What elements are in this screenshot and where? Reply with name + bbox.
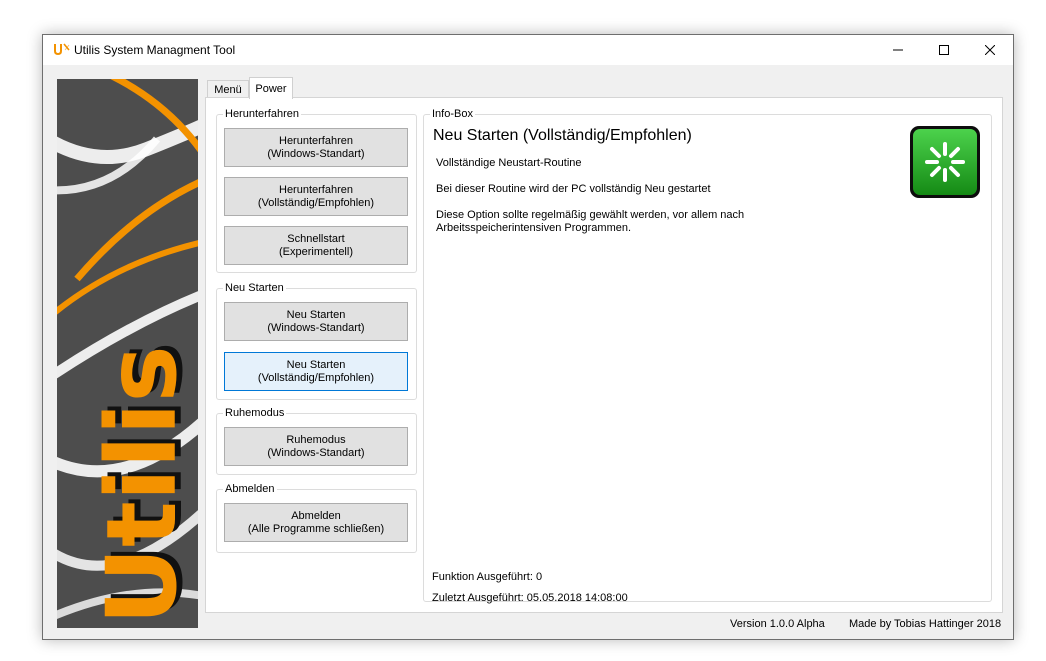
info-description: Bei dieser Routine wird der PC vollständ… — [436, 183, 711, 195]
shutdown-full-button[interactable]: Herunterfahren (Vollständig/Empfohlen) — [224, 177, 408, 216]
button-label-line1: Herunterfahren — [279, 183, 353, 196]
info-box: Info-Box Neu Starten (Vollständig/Empfoh… — [423, 107, 992, 604]
minimize-button[interactable] — [875, 35, 921, 65]
maximize-icon — [939, 45, 949, 55]
group-sleep-title: Ruhemodus — [223, 406, 287, 420]
utilis-logo-banner: Utilis Utilis — [57, 79, 198, 628]
button-label-line1: Neu Starten — [286, 358, 346, 371]
info-box-title: Info-Box — [430, 107, 475, 121]
button-label-line2: (Vollständig/Empfohlen) — [257, 196, 375, 209]
group-logoff-title: Abmelden — [223, 482, 277, 496]
tab-menu[interactable]: Menü — [207, 80, 249, 98]
info-heading: Neu Starten (Vollständig/Empfohlen) — [433, 127, 692, 144]
group-restart-title: Neu Starten — [223, 281, 286, 295]
button-label-line1: Ruhemodus — [286, 433, 346, 446]
last-executed: Zuletzt Ausgeführt: 05.05.2018 14:08:00 — [432, 592, 628, 604]
info-note-line2: Arbeitsspeicherintensiven Programmen. — [436, 222, 632, 234]
group-restart: Neu Starten Neu Starten (Windows-Standar… — [216, 281, 417, 400]
button-label-line2: (Vollständig/Empfohlen) — [257, 371, 375, 384]
close-icon — [985, 45, 995, 55]
window-title: Utilis System Managment Tool — [74, 43, 236, 57]
main-window: Utilis System Managment Tool Utilis Util… — [42, 34, 1014, 640]
title-bar[interactable]: Utilis System Managment Tool — [43, 35, 1013, 65]
shutdown-windows-button[interactable]: Herunterfahren (Windows-Standart) — [224, 128, 408, 167]
info-subtitle: Vollständige Neustart-Routine — [436, 157, 582, 169]
quickstart-button[interactable]: Schnellstart (Experimentell) — [224, 226, 408, 265]
logo-text: Utilis — [86, 345, 198, 625]
version-label: Version 1.0.0 Alpha — [730, 618, 825, 630]
group-shutdown: Herunterfahren Herunterfahren (Windows-S… — [216, 107, 417, 273]
button-label-line1: Abmelden — [291, 509, 341, 522]
button-label-line2: (Windows-Standart) — [267, 147, 365, 160]
tab-power[interactable]: Power — [249, 77, 293, 99]
group-logoff: Abmelden Abmelden (Alle Programme schlie… — [216, 482, 417, 553]
close-button[interactable] — [967, 35, 1013, 65]
utilis-app-icon — [54, 43, 70, 56]
logo-artwork: Utilis Utilis — [57, 79, 198, 625]
restart-full-button[interactable]: Neu Starten (Vollständig/Empfohlen) — [224, 352, 408, 391]
execution-count: Funktion Ausgeführt: 0 — [432, 571, 543, 583]
group-shutdown-title: Herunterfahren — [223, 107, 301, 121]
restart-windows-button[interactable]: Neu Starten (Windows-Standart) — [224, 302, 408, 341]
logoff-button[interactable]: Abmelden (Alle Programme schließen) — [224, 503, 408, 542]
group-sleep: Ruhemodus Ruhemodus (Windows-Standart) — [216, 406, 417, 475]
maximize-button[interactable] — [921, 35, 967, 65]
power-tab-panel: Herunterfahren Herunterfahren (Windows-S… — [205, 97, 1003, 613]
button-label-line1: Schnellstart — [287, 232, 345, 245]
button-label-line1: Neu Starten — [286, 308, 346, 321]
author-label: Made by Tobias Hattinger 2018 — [849, 618, 1002, 630]
restart-icon — [910, 126, 980, 198]
button-label-line2: (Alle Programme schließen) — [247, 522, 385, 535]
button-label-line2: (Experimentell) — [279, 245, 353, 258]
button-label-line2: (Windows-Standart) — [267, 446, 365, 459]
minimize-icon — [893, 49, 903, 51]
button-label-line1: Herunterfahren — [279, 134, 353, 147]
info-note-line1: Diese Option sollte regelmäßig gewählt w… — [436, 209, 745, 221]
sleep-button[interactable]: Ruhemodus (Windows-Standart) — [224, 427, 408, 466]
button-label-line2: (Windows-Standart) — [267, 321, 365, 334]
